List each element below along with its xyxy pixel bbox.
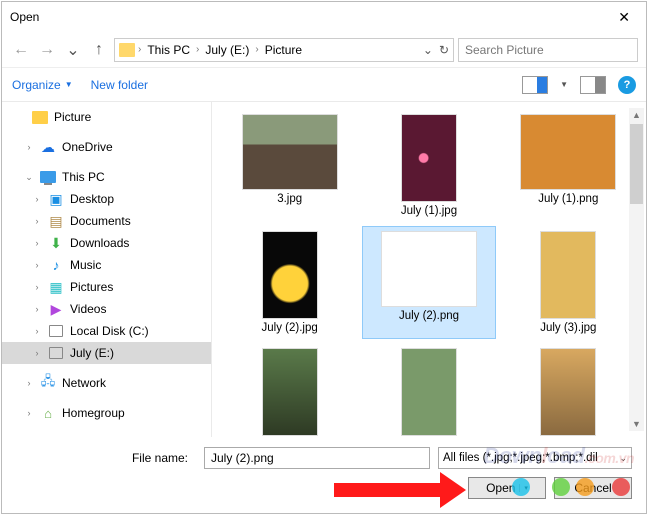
crumb-thispc[interactable]: This PC xyxy=(144,43,193,57)
file-label: 3.jpg xyxy=(277,193,302,205)
sidebar-item-network[interactable]: ›🖧Network xyxy=(2,372,211,394)
file-item[interactable] xyxy=(224,344,355,437)
file-grid-wrap: 3.jpg July (1).jpg July (1).png July (2).jp… xyxy=(212,102,646,437)
file-item[interactable]: 3.jpg xyxy=(224,110,355,221)
sidebar-item-videos[interactable]: ›▶Videos xyxy=(2,298,211,320)
nav-row: ← → ⌄ ↑ › This PC › July (E:) › Picture … xyxy=(2,32,646,68)
crumb-picture[interactable]: Picture xyxy=(262,43,305,57)
close-icon[interactable]: ✕ xyxy=(610,9,638,26)
organize-button[interactable]: Organize▼ xyxy=(12,78,73,92)
thumbnail xyxy=(401,348,457,436)
open-button[interactable]: Open▾ xyxy=(468,477,546,499)
body: Picture ›☁OneDrive ⌄This PC ›▣Desktop ›▤… xyxy=(2,102,646,437)
thumbnail xyxy=(381,231,477,307)
preview-pane-button[interactable] xyxy=(580,76,606,94)
sidebar-item-pictures[interactable]: ›▦Pictures xyxy=(2,276,211,298)
back-icon[interactable]: ← xyxy=(10,39,32,61)
filetype-dropdown[interactable]: All files (*.jpg;*.jpeg;*.bmp;*.dil ⌄ xyxy=(438,447,632,469)
scroll-up-icon[interactable]: ▲ xyxy=(632,108,641,122)
thumbnail xyxy=(262,348,318,436)
path-dropdown-icon[interactable]: ⌄ xyxy=(423,43,433,57)
filename-input[interactable] xyxy=(204,447,430,469)
scrollbar[interactable]: ▲ ▼ xyxy=(629,108,644,431)
file-item[interactable]: July (1).png xyxy=(503,110,634,221)
sidebar-item-onedrive[interactable]: ›☁OneDrive xyxy=(2,136,211,158)
file-label: July (3).jpg xyxy=(540,322,596,334)
toolbar: Organize▼ New folder ▼ ? xyxy=(2,68,646,102)
cancel-button[interactable]: Cancel xyxy=(554,477,632,499)
file-item[interactable] xyxy=(503,344,634,437)
thumbnail xyxy=(540,231,596,319)
help-icon[interactable]: ? xyxy=(618,76,636,94)
file-label: July (1).jpg xyxy=(401,205,457,217)
breadcrumb[interactable]: › This PC › July (E:) › Picture ⌄ ↻ xyxy=(114,38,454,62)
folder-icon xyxy=(119,43,135,57)
view-mode-button[interactable] xyxy=(522,76,548,94)
file-label: July (2).jpg xyxy=(262,322,318,334)
thumbnail xyxy=(242,114,338,190)
nav-tree: Picture ›☁OneDrive ⌄This PC ›▣Desktop ›▤… xyxy=(2,102,212,437)
sidebar-item-downloads[interactable]: ›⬇Downloads xyxy=(2,232,211,254)
footer: File name: All files (*.jpg;*.jpeg;*.bmp… xyxy=(2,437,646,513)
sidebar-item-desktop[interactable]: ›▣Desktop xyxy=(2,188,211,210)
open-dialog: Open ✕ ← → ⌄ ↑ › This PC › July (E:) › P… xyxy=(1,1,647,514)
sidebar-item-documents[interactable]: ›▤Documents xyxy=(2,210,211,232)
crumb-july[interactable]: July (E:) xyxy=(202,43,252,57)
sidebar-item-thispc[interactable]: ⌄This PC xyxy=(2,166,211,188)
new-folder-button[interactable]: New folder xyxy=(91,78,148,92)
search-input[interactable]: Search Picture xyxy=(458,38,638,62)
file-item[interactable]: July (2).jpg xyxy=(224,227,355,338)
recent-dropdown-icon[interactable]: ⌄ xyxy=(62,39,84,61)
sidebar-item-homegroup[interactable]: ›⌂Homegroup xyxy=(2,402,211,424)
titlebar: Open ✕ xyxy=(2,2,646,32)
refresh-icon[interactable]: ↻ xyxy=(439,43,449,57)
sidebar-item-picture[interactable]: Picture xyxy=(2,106,211,128)
forward-icon[interactable]: → xyxy=(36,39,58,61)
file-item[interactable] xyxy=(363,344,494,437)
scroll-thumb[interactable] xyxy=(630,124,643,204)
file-item[interactable]: July (3).jpg xyxy=(503,227,634,338)
thumbnail xyxy=(401,114,457,202)
thumbnail xyxy=(262,231,318,319)
view-dropdown-icon[interactable]: ▼ xyxy=(560,80,568,89)
file-item[interactable]: July (2).png xyxy=(363,227,494,338)
thumbnail xyxy=(520,114,616,190)
sidebar-item-julye[interactable]: ›July (E:) xyxy=(2,342,211,364)
up-icon[interactable]: ↑ xyxy=(88,39,110,61)
sidebar-item-localc[interactable]: ›Local Disk (C:) xyxy=(2,320,211,342)
file-label: July (2).png xyxy=(399,310,459,322)
window-title: Open xyxy=(10,10,39,24)
sidebar-item-music[interactable]: ›♪Music xyxy=(2,254,211,276)
filename-label: File name: xyxy=(16,451,196,465)
file-label: July (1).png xyxy=(538,193,598,205)
thumbnail xyxy=(540,348,596,436)
file-grid: 3.jpg July (1).jpg July (1).png July (2).jp… xyxy=(224,110,634,437)
scroll-down-icon[interactable]: ▼ xyxy=(632,417,641,431)
file-item[interactable]: July (1).jpg xyxy=(363,110,494,221)
